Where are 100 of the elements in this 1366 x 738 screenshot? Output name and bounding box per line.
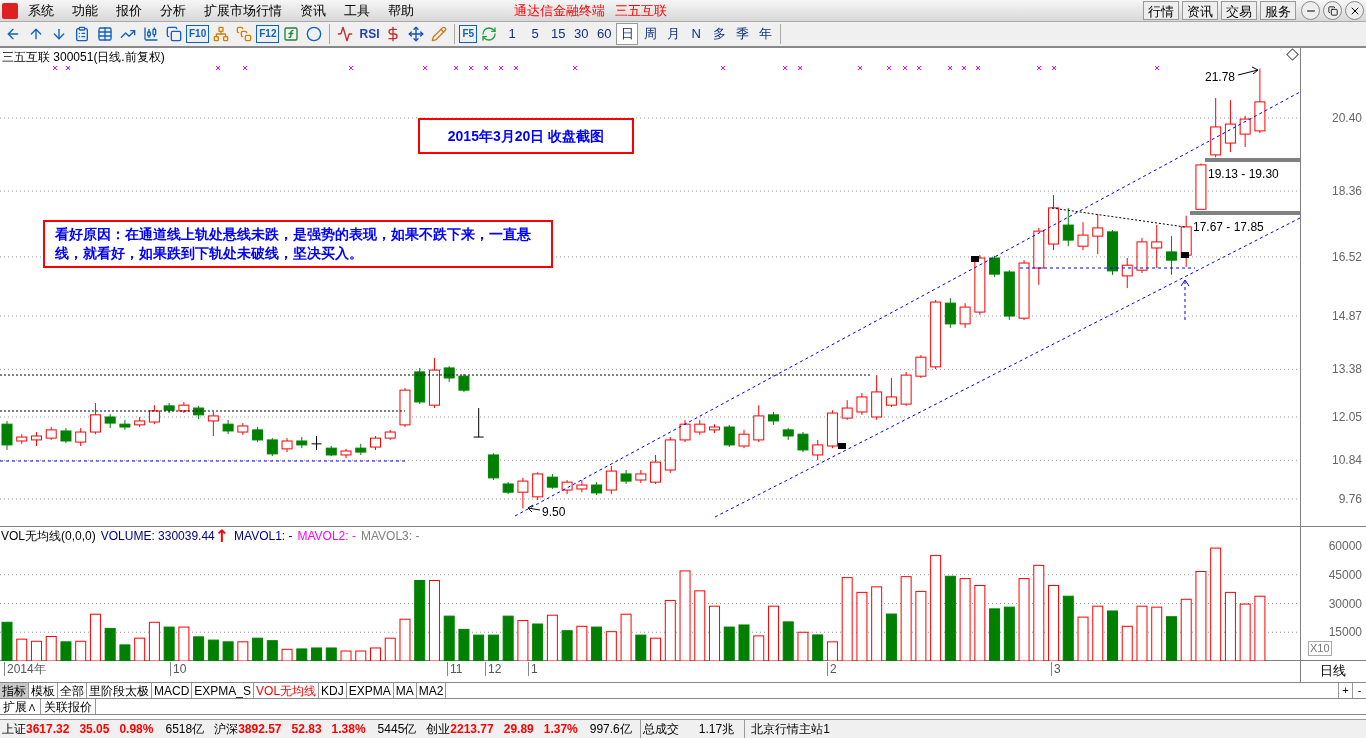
- menu-item[interactable]: 系统: [28, 0, 54, 21]
- period-tab[interactable]: 30: [570, 23, 593, 45]
- restore-icon[interactable]: [1323, 1, 1342, 20]
- indicator-tab[interactable]: 指标: [0, 683, 29, 699]
- period-tab[interactable]: 周: [639, 23, 662, 45]
- index-percent: 1.38%: [331, 721, 366, 738]
- menu-item[interactable]: 资讯: [300, 0, 326, 21]
- candlestick: [885, 377, 897, 408]
- date-label: 12: [485, 662, 502, 676]
- volume-bar: [473, 634, 485, 661]
- candlestick: [1062, 207, 1074, 247]
- volume-bar: [60, 641, 72, 661]
- candlestick: [944, 297, 956, 329]
- candlestick: [797, 431, 809, 453]
- marker-square: [1181, 252, 1189, 258]
- candlestick: [812, 439, 824, 461]
- index-amount: 6518亿: [165, 721, 205, 738]
- volume-bar: [989, 608, 1001, 661]
- candlestick: [1121, 257, 1133, 289]
- toolbar-button[interactable]: F5: [459, 25, 478, 43]
- index-name: 上证: [2, 721, 26, 738]
- volume-bar: [812, 634, 824, 661]
- axis-label: 12.05: [1331, 410, 1362, 424]
- volume-bar: [591, 626, 603, 661]
- axis-label: 60000: [1328, 539, 1362, 553]
- candlestick: [723, 424, 735, 448]
- menu-item[interactable]: 工具: [344, 0, 370, 21]
- menu-item[interactable]: 报价: [116, 0, 142, 21]
- toolbar-button[interactable]: RSI: [357, 25, 382, 43]
- volume-bar: [723, 626, 735, 661]
- app-logo-icon: [2, 2, 18, 19]
- axis-label: 18.36: [1331, 184, 1362, 199]
- volume-bar: [635, 634, 647, 661]
- total-value: 1.17兆: [698, 721, 735, 738]
- marker-square: [971, 256, 979, 262]
- volume-bar: [1107, 610, 1118, 661]
- unit-label: X10: [1308, 641, 1332, 656]
- volume-bar: [207, 639, 219, 661]
- menu-item[interactable]: 帮助: [388, 0, 414, 21]
- period-tab[interactable]: 年: [754, 23, 777, 45]
- period-tab[interactable]: 5: [524, 23, 547, 45]
- candlestick: [473, 407, 485, 438]
- period-tab[interactable]: 15: [547, 23, 570, 45]
- pointer-arrow: [527, 504, 541, 513]
- candlestick: [650, 454, 662, 485]
- period-tab[interactable]: 季: [731, 23, 754, 45]
- volume-bar: [738, 624, 750, 661]
- candlestick: [738, 429, 750, 449]
- price-label: 9.50: [542, 504, 566, 521]
- bottom-tab[interactable]: 扩展∧: [0, 699, 41, 714]
- candlestick: [915, 354, 927, 379]
- period-tab[interactable]: 月: [662, 23, 685, 45]
- volume-bar: [296, 648, 308, 661]
- candlestick: [89, 402, 101, 435]
- axis-label: 9.76: [1338, 492, 1362, 506]
- minimize-icon[interactable]: [1301, 1, 1320, 20]
- nav-button[interactable]: 交易: [1221, 1, 1257, 20]
- volume-bar: [1165, 616, 1177, 661]
- index-change: 35.05: [79, 721, 110, 738]
- period-tab[interactable]: 60: [593, 23, 616, 45]
- volume-bar: [443, 615, 455, 661]
- volume-bar: [163, 626, 175, 661]
- period-tab[interactable]: N: [685, 23, 708, 45]
- volume-bar: [266, 640, 278, 661]
- volume-bar: [311, 647, 323, 661]
- toolbar-button[interactable]: F12: [256, 25, 280, 43]
- volume-bar: [193, 636, 205, 661]
- axis-label: 15000: [1328, 625, 1362, 640]
- menu-item[interactable]: 功能: [72, 0, 98, 21]
- price-label: 17.67 - 17.85: [1193, 219, 1264, 236]
- candlestick: [532, 471, 544, 501]
- axis-label: 14.87: [1331, 309, 1362, 323]
- period-tab[interactable]: 日: [616, 23, 639, 45]
- volume-bar: [487, 634, 499, 661]
- period-tab[interactable]: 1: [501, 23, 524, 45]
- date-label: 11: [447, 662, 463, 676]
- note-box: 看好原因：在通道线上轨处悬线未跌，是强势的表现，如果不跌下来，一直悬线，就看好，如果跌到下轨处未破线，坚决买入。: [43, 220, 553, 268]
- nav-button[interactable]: 行情: [1143, 1, 1179, 20]
- menu-item[interactable]: 分析: [160, 0, 186, 21]
- legend-text: MAVOL2: -: [297, 529, 356, 543]
- candlestick: [856, 392, 868, 416]
- arrow-text: ↑: [214, 529, 230, 543]
- axis-label: 20.40: [1331, 111, 1362, 125]
- bottom-tab[interactable]: 关联报价: [41, 699, 96, 714]
- period-tab[interactable]: 多: [708, 23, 731, 45]
- menu-item[interactable]: 扩展市场行情: [204, 0, 282, 21]
- toolbar-button[interactable]: F10: [186, 25, 210, 43]
- candlestick: [959, 302, 971, 329]
- close-icon[interactable]: [1345, 1, 1364, 20]
- date-label: 1: [528, 662, 538, 676]
- nav-button[interactable]: 服务: [1260, 1, 1296, 20]
- candlestick: [679, 419, 691, 443]
- index-change: 52.83: [291, 721, 322, 738]
- up-arrow: [1180, 279, 1190, 321]
- nav-button[interactable]: 资讯: [1182, 1, 1218, 20]
- date-label: 2014年: [4, 662, 46, 676]
- volume-bar: [325, 647, 337, 661]
- volume-bar: [1003, 606, 1015, 661]
- candlestick: [989, 255, 1001, 278]
- axis-label: 10.84: [1331, 453, 1362, 468]
